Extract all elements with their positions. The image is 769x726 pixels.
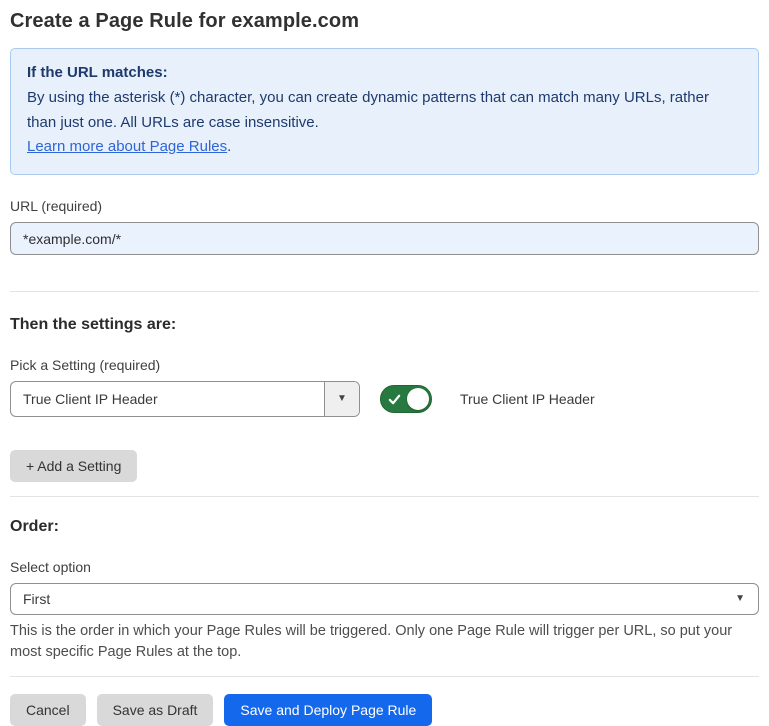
pick-setting-label: Pick a Setting (required) (10, 357, 759, 373)
setting-select[interactable]: True Client IP Header ▼ (10, 381, 360, 417)
url-field-label: URL (required) (10, 198, 759, 214)
order-select-value: First (23, 591, 50, 607)
page-rule-form: Create a Page Rule for example.com If th… (0, 0, 769, 726)
check-icon (388, 393, 401, 406)
order-select-label: Select option (10, 559, 759, 575)
setting-toggle-group: True Client IP Header (380, 385, 595, 413)
order-section-heading: Order: (10, 518, 759, 536)
setting-select-value: True Client IP Header (11, 382, 324, 416)
learn-more-link[interactable]: Learn more about Page Rules (27, 138, 227, 155)
order-select[interactable]: First ▼ (10, 583, 759, 615)
page-title: Create a Page Rule for example.com (10, 10, 759, 33)
add-setting-button[interactable]: + Add a Setting (10, 450, 137, 482)
chevron-down-icon: ▼ (337, 394, 347, 404)
cancel-button[interactable]: Cancel (10, 694, 86, 726)
footer-actions: Cancel Save as Draft Save and Deploy Pag… (10, 694, 759, 726)
info-box-body: By using the asterisk (*) character, you… (27, 86, 742, 136)
divider (10, 291, 759, 292)
info-box-heading: If the URL matches: (27, 61, 742, 86)
save-as-draft-button[interactable]: Save as Draft (97, 694, 214, 726)
info-box-link-line: Learn more about Page Rules. (27, 135, 742, 160)
order-help-text: This is the order in which your Page Rul… (10, 621, 759, 663)
save-and-deploy-button[interactable]: Save and Deploy Page Rule (224, 694, 432, 726)
chevron-down-icon: ▼ (735, 594, 745, 604)
url-match-info-box: If the URL matches: By using the asteris… (10, 48, 759, 175)
setting-select-arrow-button[interactable]: ▼ (324, 382, 359, 416)
url-input[interactable] (10, 222, 759, 255)
divider (10, 676, 759, 677)
true-client-ip-toggle[interactable] (380, 385, 432, 413)
settings-section-heading: Then the settings are: (10, 316, 759, 334)
link-period: . (227, 138, 231, 155)
divider (10, 496, 759, 497)
setting-row: True Client IP Header ▼ True Client IP H… (10, 381, 759, 417)
toggle-knob (407, 388, 429, 410)
toggle-label: True Client IP Header (460, 391, 595, 407)
